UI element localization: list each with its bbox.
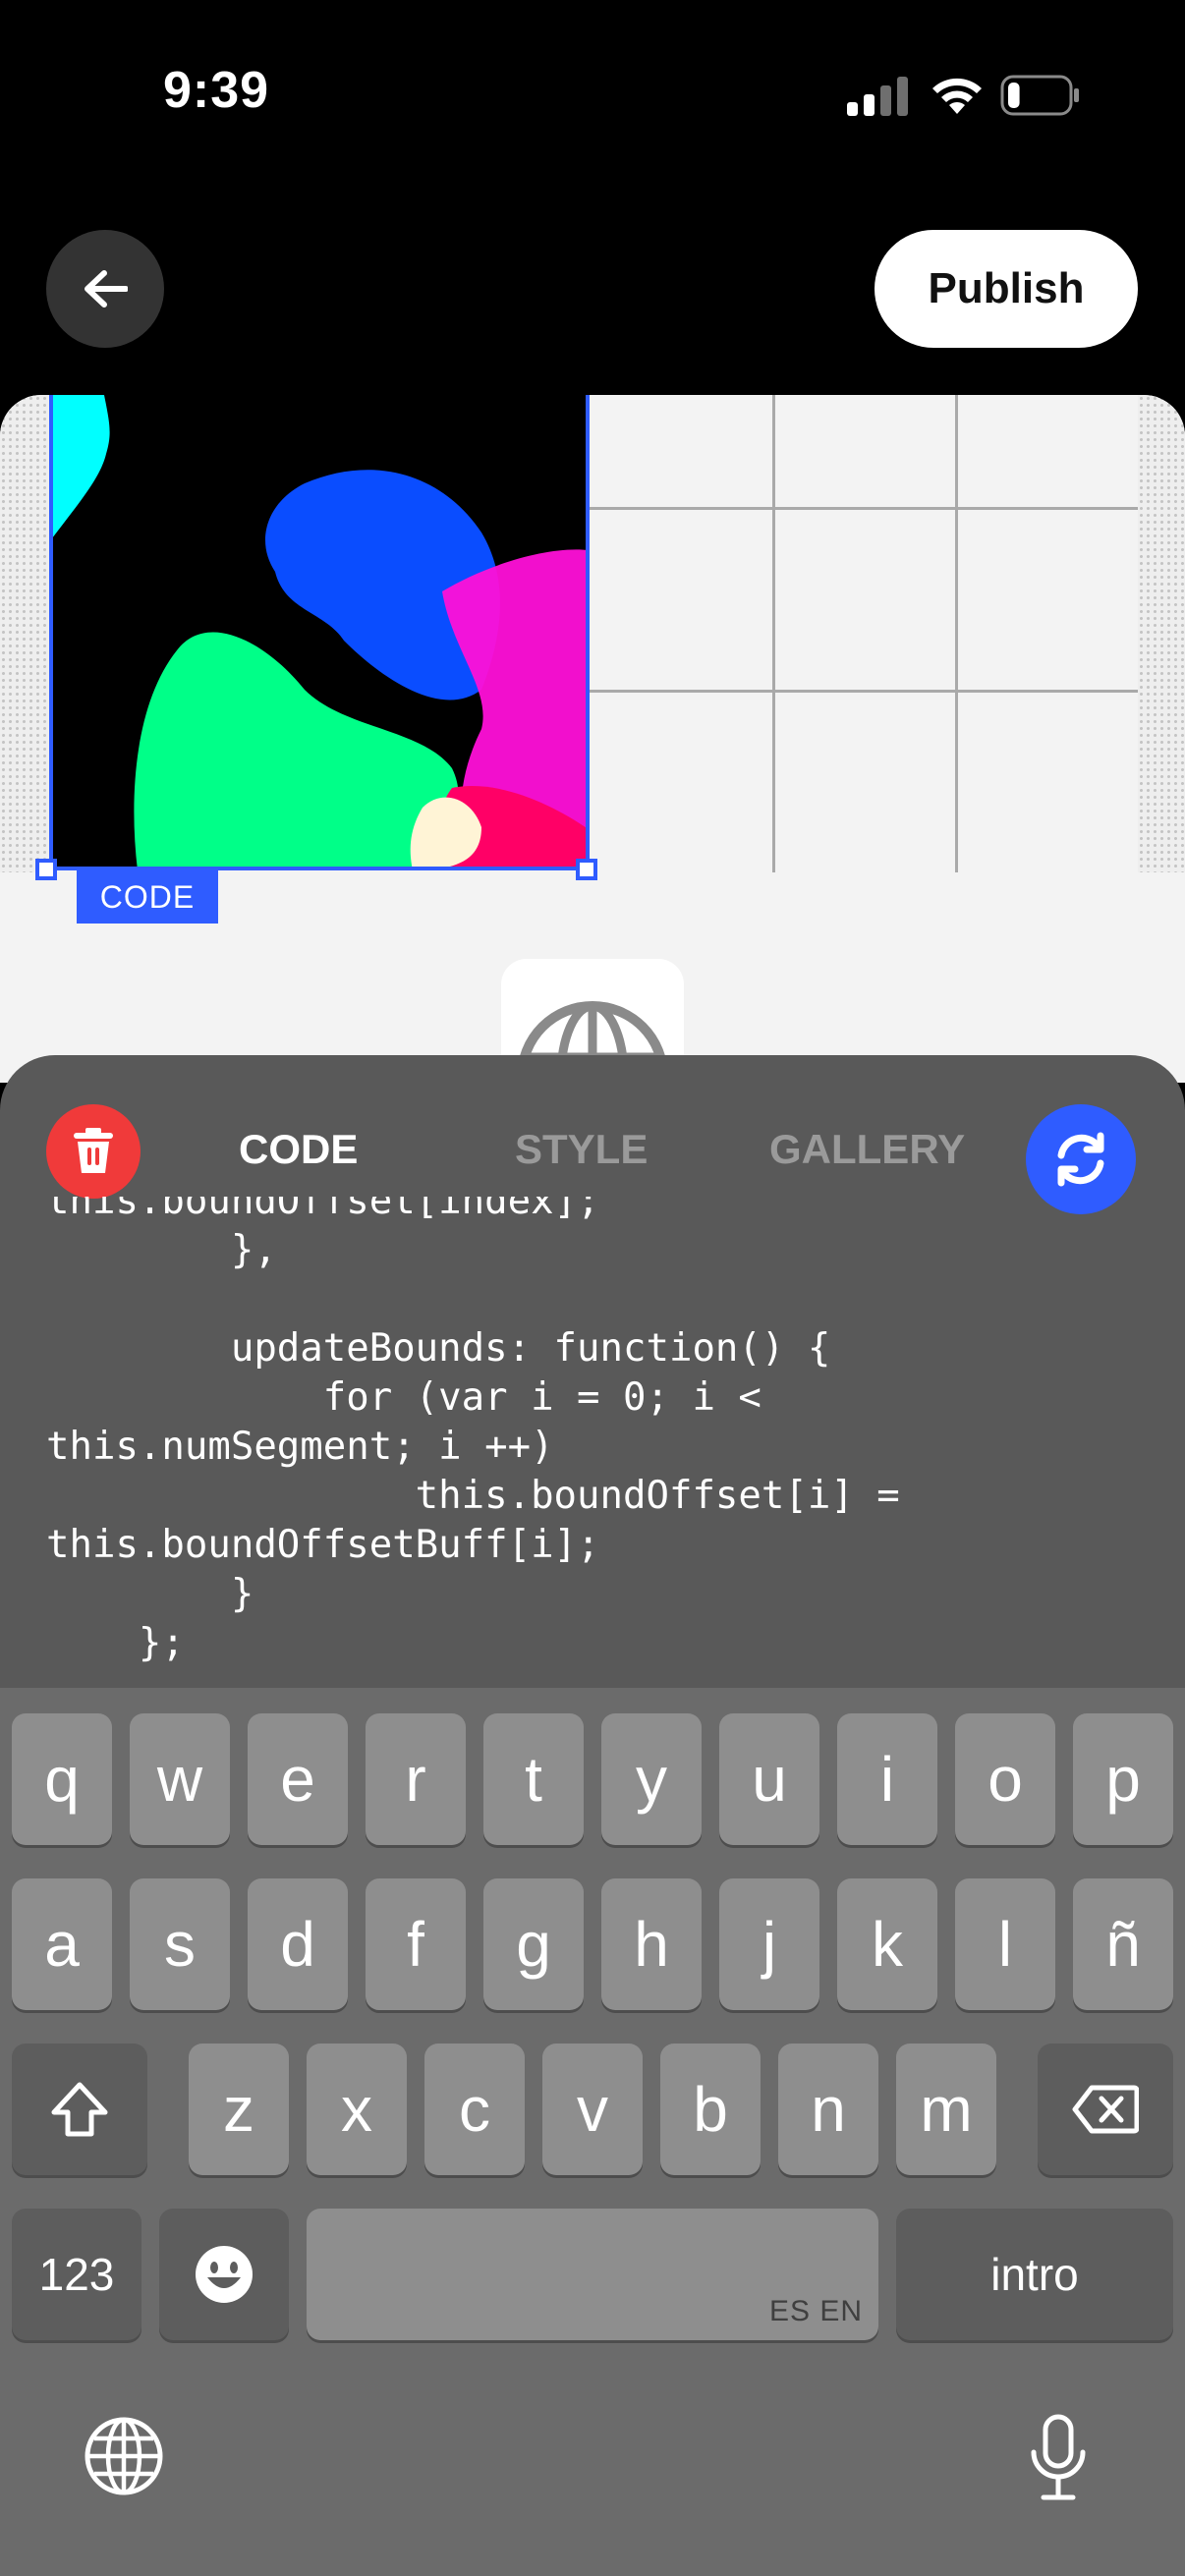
key-p[interactable]: p (1073, 1713, 1173, 1845)
key-m[interactable]: m (896, 2044, 996, 2175)
shift-key[interactable] (12, 2044, 147, 2175)
selection-border (49, 395, 53, 870)
wifi-icon (932, 78, 982, 114)
code-line: this.boundOffset[i] = (46, 1474, 900, 1518)
selection-border (586, 395, 590, 870)
return-key[interactable]: intro (896, 2209, 1173, 2340)
cellular-signal-icon (847, 77, 908, 116)
key-b[interactable]: b (660, 2044, 761, 2175)
key-k[interactable]: k (837, 1878, 937, 2010)
code-line: }; (46, 1621, 185, 1665)
key-n-tilde[interactable]: ñ (1073, 1878, 1173, 2010)
numbers-key[interactable]: 123 (12, 2209, 141, 2340)
back-button[interactable] (46, 230, 164, 348)
emoji-icon (196, 2246, 253, 2303)
key-z[interactable]: z (189, 2044, 289, 2175)
delete-button[interactable] (46, 1104, 141, 1199)
resize-handle-bottom-right[interactable] (576, 859, 597, 880)
backspace-key[interactable] (1038, 2044, 1173, 2175)
code-line: }, (46, 1228, 277, 1272)
key-g[interactable]: g (483, 1878, 584, 2010)
microphone-icon[interactable] (1026, 2413, 1091, 2503)
key-i[interactable]: i (837, 1713, 937, 1845)
blob-artwork (49, 395, 590, 870)
keyboard: q w e r t y u i o p a s d f g h j k l ñ … (0, 1688, 1185, 2576)
code-line: this.numSegment; i ++) (46, 1425, 554, 1469)
key-e[interactable]: e (248, 1713, 348, 1845)
key-q[interactable]: q (12, 1713, 112, 1845)
language-hint: ES EN (768, 2295, 863, 2327)
code-artwork[interactable] (49, 395, 590, 870)
key-d[interactable]: d (248, 1878, 348, 2010)
key-n[interactable]: n (778, 2044, 878, 2175)
key-s[interactable]: s (130, 1878, 230, 2010)
canvas-margin-right (1138, 395, 1185, 872)
key-j[interactable]: j (719, 1878, 819, 2010)
key-f[interactable]: f (366, 1878, 466, 2010)
key-l[interactable]: l (955, 1878, 1055, 2010)
tab-code[interactable]: CODE (239, 1126, 358, 1173)
backspace-icon (1072, 2085, 1139, 2134)
key-c[interactable]: c (424, 2044, 525, 2175)
tab-style[interactable]: STYLE (515, 1126, 648, 1173)
key-v[interactable]: v (542, 2044, 643, 2175)
resize-handle-bottom-left[interactable] (35, 859, 57, 880)
grid-line (590, 507, 1138, 510)
key-a[interactable]: a (12, 1878, 112, 2010)
grid-line (590, 690, 1138, 693)
code-editor[interactable]: this.boundOffset[index]; }, updateBounds… (46, 1197, 1147, 1688)
grid-line (955, 395, 958, 872)
code-line: for (var i = 0; i < (46, 1375, 762, 1420)
refresh-icon (1057, 1132, 1104, 1187)
tab-gallery[interactable]: GALLERY (769, 1126, 965, 1173)
code-line: updateBounds: function() { (46, 1326, 831, 1371)
key-w[interactable]: w (130, 1713, 230, 1845)
key-x[interactable]: x (307, 2044, 407, 2175)
code-line: } (46, 1572, 254, 1616)
key-t[interactable]: t (483, 1713, 584, 1845)
globe-icon[interactable] (83, 2415, 165, 2497)
publish-button[interactable]: Publish (875, 230, 1138, 348)
canvas-margin-left (0, 395, 51, 872)
shift-icon (51, 2082, 108, 2137)
selection-label: CODE (77, 870, 218, 924)
key-y[interactable]: y (601, 1713, 702, 1845)
status-time: 9:39 (163, 62, 270, 119)
trash-icon (74, 1128, 113, 1173)
code-line: this.boundOffset[index]; (46, 1197, 600, 1223)
space-key[interactable]: ES EN (307, 2209, 878, 2340)
grid-line (772, 395, 775, 872)
code-line: this.boundOffsetBuff[i]; (46, 1523, 600, 1567)
key-u[interactable]: u (719, 1713, 819, 1845)
key-h[interactable]: h (601, 1878, 702, 2010)
key-r[interactable]: r (366, 1713, 466, 1845)
arrow-left-icon (85, 270, 128, 308)
battery-icon (1000, 75, 1079, 116)
emoji-key[interactable] (159, 2209, 289, 2340)
key-o[interactable]: o (955, 1713, 1055, 1845)
